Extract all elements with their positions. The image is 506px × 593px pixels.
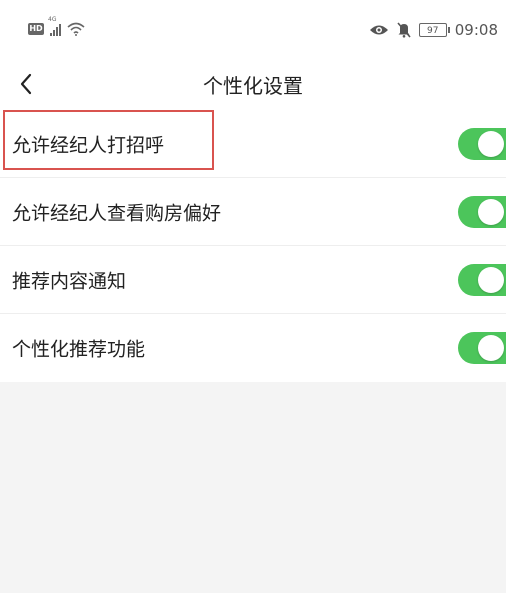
setting-row-agent-view-preference[interactable]: 允许经纪人查看购房偏好	[0, 178, 506, 246]
settings-list: 允许经纪人打招呼 允许经纪人查看购房偏好 推荐内容通知 个性化推荐功能	[0, 110, 506, 382]
setting-label: 个性化推荐功能	[12, 338, 146, 361]
wifi-icon	[67, 22, 85, 36]
setting-label: 允许经纪人查看购房偏好	[12, 202, 222, 224]
toggle-knob	[478, 335, 504, 361]
agent-view-preference-toggle[interactable]	[458, 195, 506, 228]
network-type: 4G	[48, 16, 57, 23]
content-notification-toggle[interactable]	[458, 263, 506, 296]
page-title: 个性化设置	[203, 74, 303, 98]
eye-icon	[369, 25, 388, 35]
navigation-bar: 个性化设置	[0, 58, 506, 110]
setting-label: 允许经纪人打招呼	[12, 134, 165, 156]
status-bar-left: HD 4G	[28, 16, 85, 36]
setting-row-content-notification[interactable]: 推荐内容通知	[0, 246, 506, 314]
status-bar: HD 4G 97 09:08	[0, 0, 506, 58]
toggle-knob	[478, 130, 504, 157]
toggle-knob	[478, 266, 504, 293]
mute-bell-icon	[397, 22, 411, 38]
clock: 09:08	[454, 21, 498, 39]
setting-row-personalized-recommendation[interactable]: 个性化推荐功能	[0, 314, 506, 382]
battery-icon: 97	[418, 23, 450, 37]
toggle-knob	[478, 198, 504, 225]
setting-row-agent-greeting[interactable]: 允许经纪人打招呼	[0, 110, 506, 178]
cellular-signal-icon: 4G	[48, 16, 61, 36]
agent-greeting-toggle[interactable]	[458, 127, 506, 160]
personalized-recommendation-toggle[interactable]	[458, 332, 506, 364]
hd-badge: HD	[28, 23, 44, 35]
status-bar-right: 97 09:08	[369, 21, 498, 39]
setting-label: 推荐内容通知	[12, 270, 127, 292]
